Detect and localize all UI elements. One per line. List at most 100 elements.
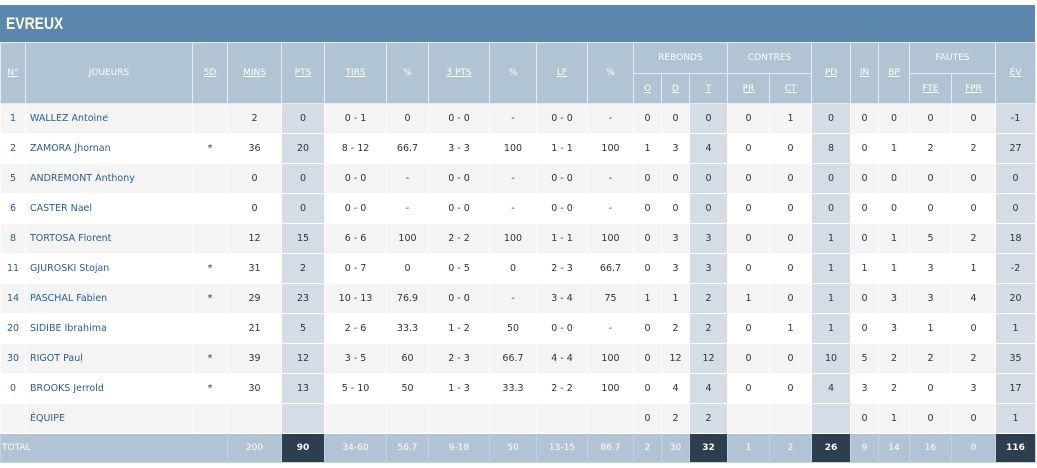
shots-cell: 5 - 10 [324, 373, 387, 404]
assists-cell [811, 403, 852, 434]
row-num[interactable]: 20 [0, 313, 26, 344]
reb-t-cell: 0 [689, 193, 728, 224]
header-three[interactable]: 3 PTS [428, 42, 490, 104]
reb-d-cell: 2 [661, 403, 690, 434]
header-turnovers[interactable]: BP [878, 42, 911, 104]
pts-cell: 23 [281, 283, 325, 314]
blk-ct-cell: 0 [768, 193, 813, 224]
three-cell: 0 - 0 [428, 193, 490, 224]
player-name[interactable]: ÉQUIPE [25, 403, 193, 434]
turnovers-cell: 2 [878, 343, 911, 374]
reb-t-cell: 3 [689, 253, 728, 284]
header-steals[interactable]: IN [850, 42, 880, 104]
player-name[interactable]: TORTOSA Florent [25, 223, 193, 254]
row-num[interactable]: 8 [0, 223, 26, 254]
player-name[interactable]: WALLEZ Antoine [25, 103, 193, 134]
shots-pct-cell: 66.7 [386, 133, 429, 164]
reb-d-cell: 0 [661, 193, 690, 224]
player-name[interactable]: BROOKS Jerrold [25, 373, 193, 404]
blk-pr-cell: 0 [727, 253, 770, 284]
header-reb-d[interactable]: D [661, 73, 690, 104]
blk-ct-cell: 1 [768, 313, 813, 344]
header-shots-pct: % [386, 42, 429, 104]
starter-mark: * [192, 283, 228, 314]
pts-cell: 15 [281, 223, 325, 254]
reb-t-cell: 0 [689, 103, 728, 134]
header-num[interactable]: N° [0, 42, 26, 104]
header-blk-ct[interactable]: CT [768, 73, 813, 104]
player-row: 5 ANDREMONT Anthony 0 0 0 - 0-0 - 0-0 - 0-00… [0, 163, 1037, 194]
fouls-fte-cell: 2 [909, 343, 953, 374]
header-blk-pr[interactable]: PR [727, 73, 770, 104]
blk-ct-cell: 0 [768, 343, 813, 374]
fouls-fte-cell: 0 [909, 103, 953, 134]
starter-mark: * [192, 253, 228, 284]
shots-pct-cell: 0 [386, 253, 429, 284]
starter-mark [192, 403, 228, 434]
assists-cell: 4 [811, 373, 852, 404]
blk-ct-cell: 0 [768, 283, 813, 314]
player-name[interactable]: ZAMORA Jhornan [25, 133, 193, 164]
three-cell [428, 403, 490, 434]
reb-o-cell: 0 [633, 193, 662, 224]
header-fouls-fte[interactable]: FTE [909, 73, 953, 104]
row-num[interactable]: 14 [0, 283, 26, 314]
shots-cell: 2 - 6 [324, 313, 387, 344]
player-name[interactable]: CASTER Nael [25, 193, 193, 224]
blk-pr-cell: 0 [727, 343, 770, 374]
steals-cell: 0 [850, 313, 880, 344]
row-num[interactable] [0, 403, 26, 434]
header-ft[interactable]: LF [536, 42, 588, 104]
ft-cell: 2 - 3 [536, 253, 588, 284]
shots-cell: 8 - 12 [324, 133, 387, 164]
eval-cell: 35 [995, 343, 1037, 374]
total-reb-d: 30 [661, 433, 690, 463]
player-name[interactable]: ANDREMONT Anthony [25, 163, 193, 194]
three-pct-cell: 66.7 [489, 343, 537, 374]
assists-cell: 1 [811, 283, 852, 314]
ft-cell: 0 - 0 [536, 193, 588, 224]
header-mins[interactable]: MINS [227, 42, 282, 104]
row-num[interactable]: 5 [0, 163, 26, 194]
header-fouls-fpr[interactable]: FPR [951, 73, 997, 104]
reb-o-cell: 0 [633, 163, 662, 194]
reb-d-cell: 2 [661, 313, 690, 344]
player-name[interactable]: GJUROSKI Stojan [25, 253, 193, 284]
ft-cell: 1 - 1 [536, 223, 588, 254]
row-num[interactable]: 1 [0, 103, 26, 134]
total-ft-pct: 86.7 [587, 433, 634, 463]
eval-cell: -2 [995, 253, 1037, 284]
ft-pct-cell: 100 [587, 133, 634, 164]
header-shots[interactable]: TIRS [324, 42, 387, 104]
row-num[interactable]: 11 [0, 253, 26, 284]
header-assists[interactable]: PD [811, 42, 852, 104]
header-reb-t[interactable]: T [689, 73, 728, 104]
turnovers-cell: 3 [878, 283, 911, 314]
fouls-fpr-cell: 2 [951, 223, 997, 254]
player-name[interactable]: SIDIBE Ibrahima [25, 313, 193, 344]
header-pts[interactable]: PTS [281, 42, 325, 104]
blk-ct-cell: 0 [768, 163, 813, 194]
shots-pct-cell: - [386, 193, 429, 224]
shots-pct-cell [386, 403, 429, 434]
row-num[interactable]: 30 [0, 343, 26, 374]
blk-pr-cell: 0 [727, 133, 770, 164]
header-starter[interactable]: 5D [192, 42, 228, 104]
starter-mark: * [192, 343, 228, 374]
ft-pct-cell: - [587, 103, 634, 134]
ft-pct-cell: 100 [587, 223, 634, 254]
mins-cell: 30 [227, 373, 282, 404]
row-num[interactable]: 0 [0, 373, 26, 404]
header-eval[interactable]: ÉV [995, 42, 1037, 104]
blk-ct-cell [768, 403, 813, 434]
fouls-fte-cell: 0 [909, 163, 953, 194]
eval-cell: 17 [995, 373, 1037, 404]
header-player: JOUEURS [25, 42, 193, 104]
pts-cell: 13 [281, 373, 325, 404]
player-name[interactable]: PASCHAL Fabien [25, 283, 193, 314]
row-num[interactable]: 6 [0, 193, 26, 224]
row-num[interactable]: 2 [0, 133, 26, 164]
header-reb-o[interactable]: O [633, 73, 662, 104]
reb-o-cell: 0 [633, 103, 662, 134]
player-name[interactable]: RIGOT Paul [25, 343, 193, 374]
